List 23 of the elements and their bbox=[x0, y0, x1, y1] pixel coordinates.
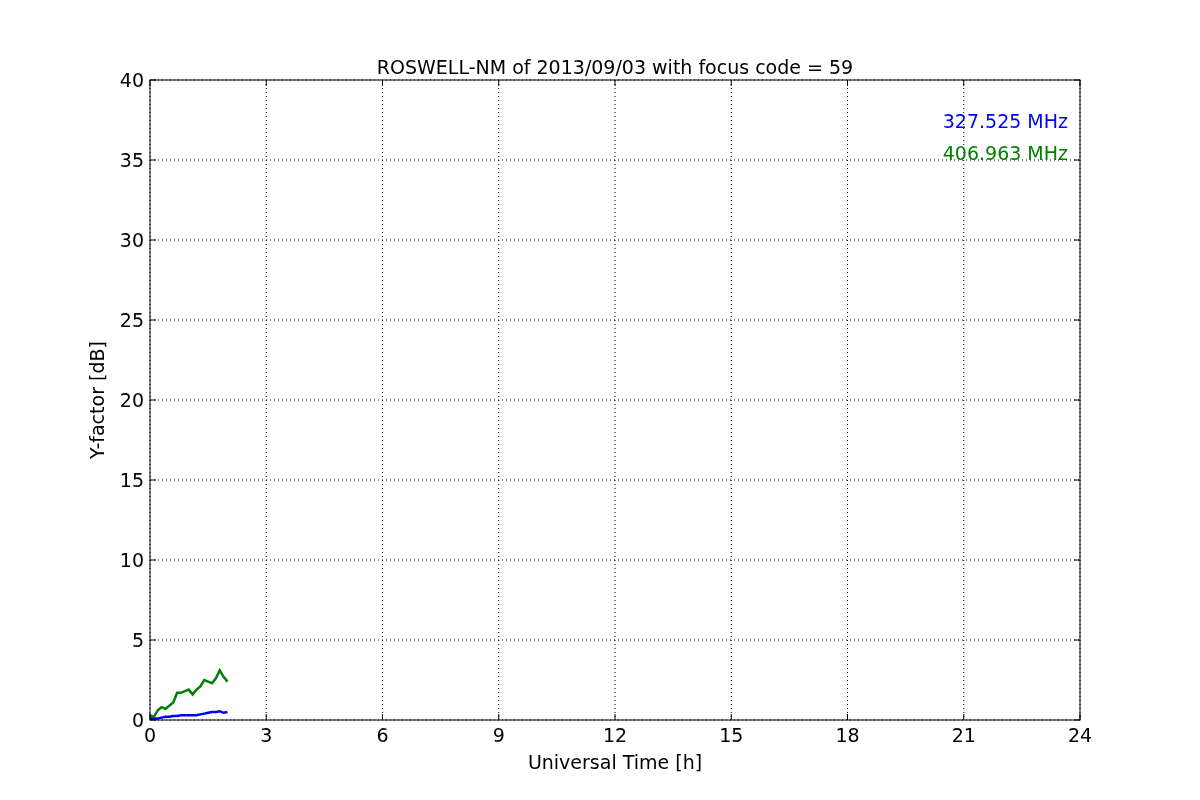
y-tick-label: 5 bbox=[131, 629, 144, 651]
x-tick-label: 21 bbox=[951, 724, 976, 746]
x-axis-label: Universal Time [h] bbox=[527, 751, 703, 773]
x-tick-label: 3 bbox=[260, 724, 273, 746]
x-tick-label: 18 bbox=[835, 724, 860, 746]
x-tick-label: 9 bbox=[492, 724, 505, 746]
y-tick-label: 25 bbox=[119, 309, 144, 331]
x-tick-label: 6 bbox=[376, 724, 389, 746]
legend-label: 406.963 MHz bbox=[942, 142, 1068, 164]
x-tick-label: 0 bbox=[143, 724, 157, 746]
y-tick-label: 35 bbox=[119, 149, 144, 171]
x-tick-label: 24 bbox=[1067, 724, 1093, 746]
x-tick-label: 12 bbox=[602, 724, 628, 746]
x-tick-label: 15 bbox=[719, 724, 744, 746]
y-tick-label: 10 bbox=[119, 549, 144, 571]
y-tick-label: 0 bbox=[131, 709, 144, 731]
y-tick-label: 40 bbox=[119, 69, 144, 91]
y-tick-label: 30 bbox=[119, 229, 144, 251]
y-tick-label: 15 bbox=[119, 469, 144, 491]
y-axis-label: Y-factor [dB] bbox=[86, 341, 108, 459]
legend-label: 327.525 MHz bbox=[942, 110, 1068, 132]
y-tick-label: 20 bbox=[119, 389, 144, 411]
chart-title: ROSWELL-NM of 2013/09/03 with focus code = 59 bbox=[376, 56, 854, 78]
